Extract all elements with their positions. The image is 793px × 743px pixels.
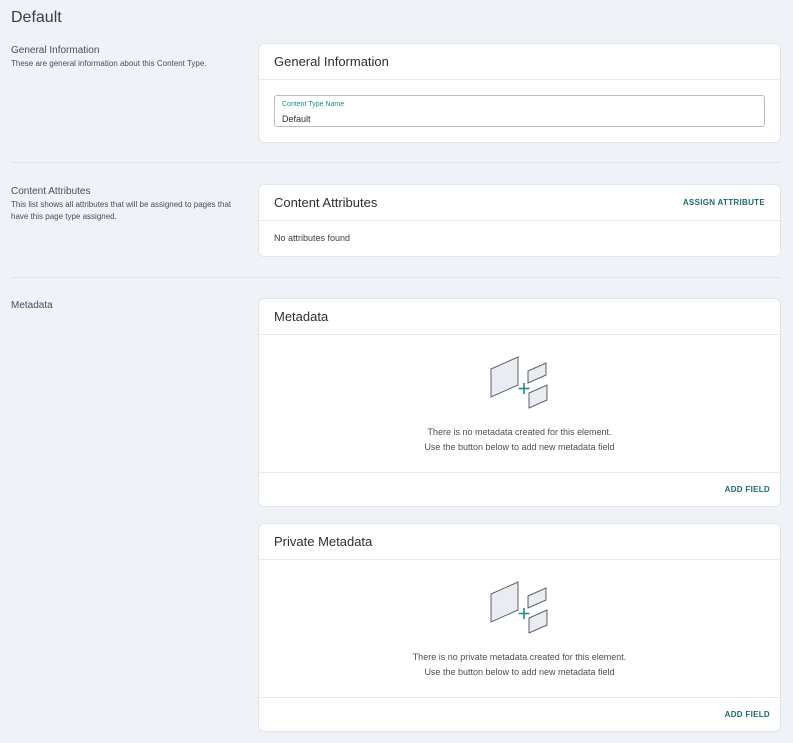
- metadata-card: Metadata There is no metadata created fo…: [258, 298, 781, 507]
- metadata-card-title: Metadata: [274, 309, 329, 324]
- metadata-empty-state: There is no metadata created for this el…: [259, 335, 780, 473]
- content-type-name-input[interactable]: [282, 114, 757, 124]
- content-type-name-field[interactable]: Content Type Name: [274, 95, 765, 127]
- metadata-empty-message: There is no metadata created for this el…: [259, 425, 780, 455]
- private-metadata-card: Private Metadata There is no private met…: [258, 523, 781, 732]
- content-attributes-text: This list shows all attributes that will…: [11, 200, 232, 221]
- private-metadata-card-title: Private Metadata: [274, 534, 373, 549]
- general-info-heading: General Information: [11, 45, 100, 56]
- general-info-text: These are general information about this…: [11, 59, 207, 68]
- add-metadata-illustration-icon: [490, 580, 552, 641]
- metadata-card-footer: ADD FIELD: [259, 473, 780, 506]
- private-metadata-empty-line-1: There is no private metadata created for…: [412, 652, 627, 662]
- metadata-empty-line-1: There is no metadata created for this el…: [427, 427, 612, 437]
- add-metadata-illustration-icon: [490, 355, 552, 416]
- private-metadata-empty-line-2: Use the button below to add new metadata…: [424, 667, 615, 677]
- content-attributes-description: Content Attributes This list shows all a…: [11, 185, 243, 223]
- general-info-card-title: General Information: [274, 54, 389, 69]
- general-info-card-header: General Information: [259, 44, 780, 80]
- content-type-name-label: Content Type Name: [282, 101, 345, 108]
- private-metadata-card-footer: ADD FIELD: [259, 698, 780, 731]
- page-title: Default: [11, 9, 62, 26]
- metadata-empty-line-2: Use the button below to add new metadata…: [424, 442, 615, 452]
- general-info-card: General Information Content Type Name: [258, 43, 781, 143]
- content-attributes-card-title: Content Attributes: [274, 195, 378, 210]
- private-metadata-card-header: Private Metadata: [259, 524, 780, 560]
- metadata-description: Metadata: [11, 299, 243, 312]
- metadata-card-header: Metadata: [259, 299, 780, 335]
- assign-attribute-button[interactable]: ASSIGN ATTRIBUTE: [683, 198, 765, 207]
- private-metadata-empty-message: There is no private metadata created for…: [259, 650, 780, 680]
- content-attributes-card: Content Attributes ASSIGN ATTRIBUTE No a…: [258, 184, 781, 257]
- content-attributes-heading: Content Attributes: [11, 186, 91, 197]
- general-info-description: General Information These are general in…: [11, 44, 243, 70]
- no-attributes-message: No attributes found: [274, 233, 351, 243]
- add-metadata-field-button[interactable]: ADD FIELD: [725, 485, 770, 494]
- metadata-heading: Metadata: [11, 300, 53, 311]
- section-divider: [11, 162, 781, 163]
- section-divider: [11, 277, 781, 278]
- private-metadata-empty-state: There is no private metadata created for…: [259, 560, 780, 698]
- content-attributes-card-header: Content Attributes ASSIGN ATTRIBUTE: [259, 185, 780, 221]
- add-private-metadata-field-button[interactable]: ADD FIELD: [725, 710, 770, 719]
